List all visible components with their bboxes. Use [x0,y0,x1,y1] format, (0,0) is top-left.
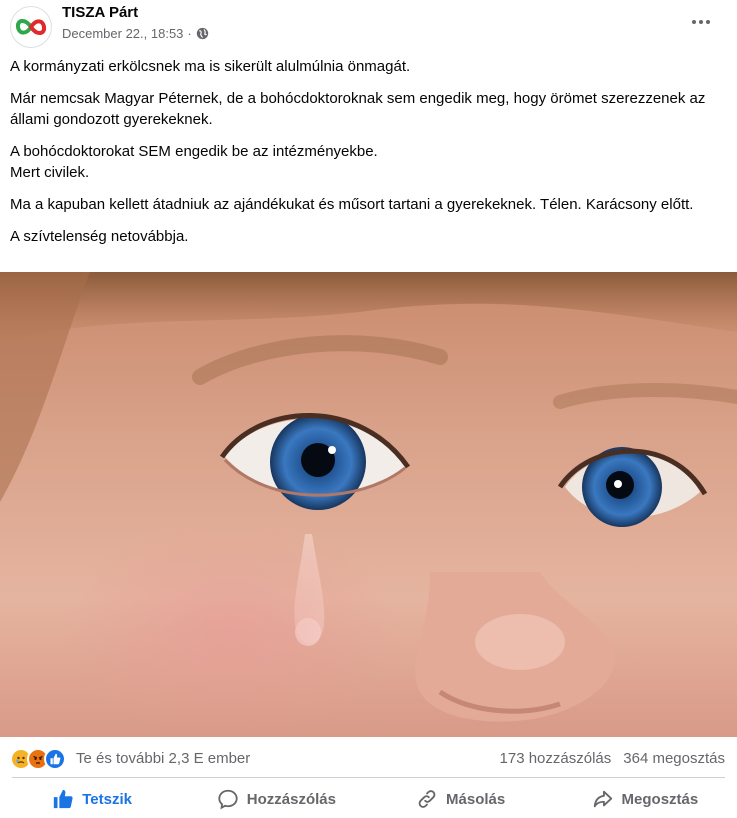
post-paragraph: Mert civilek. [10,164,90,181]
post-paragraph: A szívtelenség netovábbja. [10,228,189,245]
like-button[interactable]: Tetszik [0,780,184,818]
meta-separator: · [187,26,192,41]
globe-icon [196,27,208,40]
post-date[interactable]: December 22., 18:53 [62,26,183,41]
post-paragraph: A bohócdoktorokat SEM engedik be az inté… [10,143,378,160]
share-arrow-icon [593,790,612,808]
shares-count[interactable]: 364 megosztás [623,750,725,767]
like-icon [44,748,66,770]
like-label: Tetszik [82,790,132,808]
action-bar: Tetszik Hozzászólás Másolás Megosztás [0,780,737,818]
engagement-counts: 173 hozzászólás 364 megosztás [500,750,725,767]
tisza-logo-icon [15,19,47,35]
share-label: Megosztás [621,790,699,808]
facebook-post: TISZA Párt December 22., 18:53 · A kormá… [0,0,737,818]
post-header: TISZA Párt December 22., 18:53 · [0,0,737,50]
copy-button[interactable]: Másolás [369,780,553,818]
post-stats: Te és további 2,3 E ember 173 hozzászólá… [0,738,737,778]
copy-label: Másolás [446,790,506,808]
reactions-summary[interactable]: Te és további 2,3 E ember [76,750,250,767]
post-meta: December 22., 18:53 · [62,26,209,41]
comment-button[interactable]: Hozzászólás [184,780,368,818]
post-paragraph: A kormányzati erkölcsnek ma is sikerült … [10,58,411,75]
author-name[interactable]: TISZA Párt [62,4,138,21]
comment-icon [218,789,238,810]
thumbs-up-icon [54,789,73,809]
crying-child-eye-image [0,272,737,737]
share-button[interactable]: Megosztás [553,780,737,818]
post-text: A kormányzati erkölcsnek ma is sikerült … [10,56,725,258]
page-avatar[interactable] [10,6,52,48]
post-photo[interactable] [0,272,737,737]
comments-count[interactable]: 173 hozzászólás [500,750,612,767]
post-paragraph: Ma a kapuban kellett átadniuk az ajándék… [10,196,694,213]
link-icon [418,790,436,808]
divider [12,777,725,778]
more-options-icon[interactable] [687,10,715,34]
reaction-icons[interactable] [10,748,66,770]
post-paragraph: Már nemcsak Magyar Péternek, de a bohócd… [10,90,706,128]
comment-label: Hozzászólás [246,790,336,808]
